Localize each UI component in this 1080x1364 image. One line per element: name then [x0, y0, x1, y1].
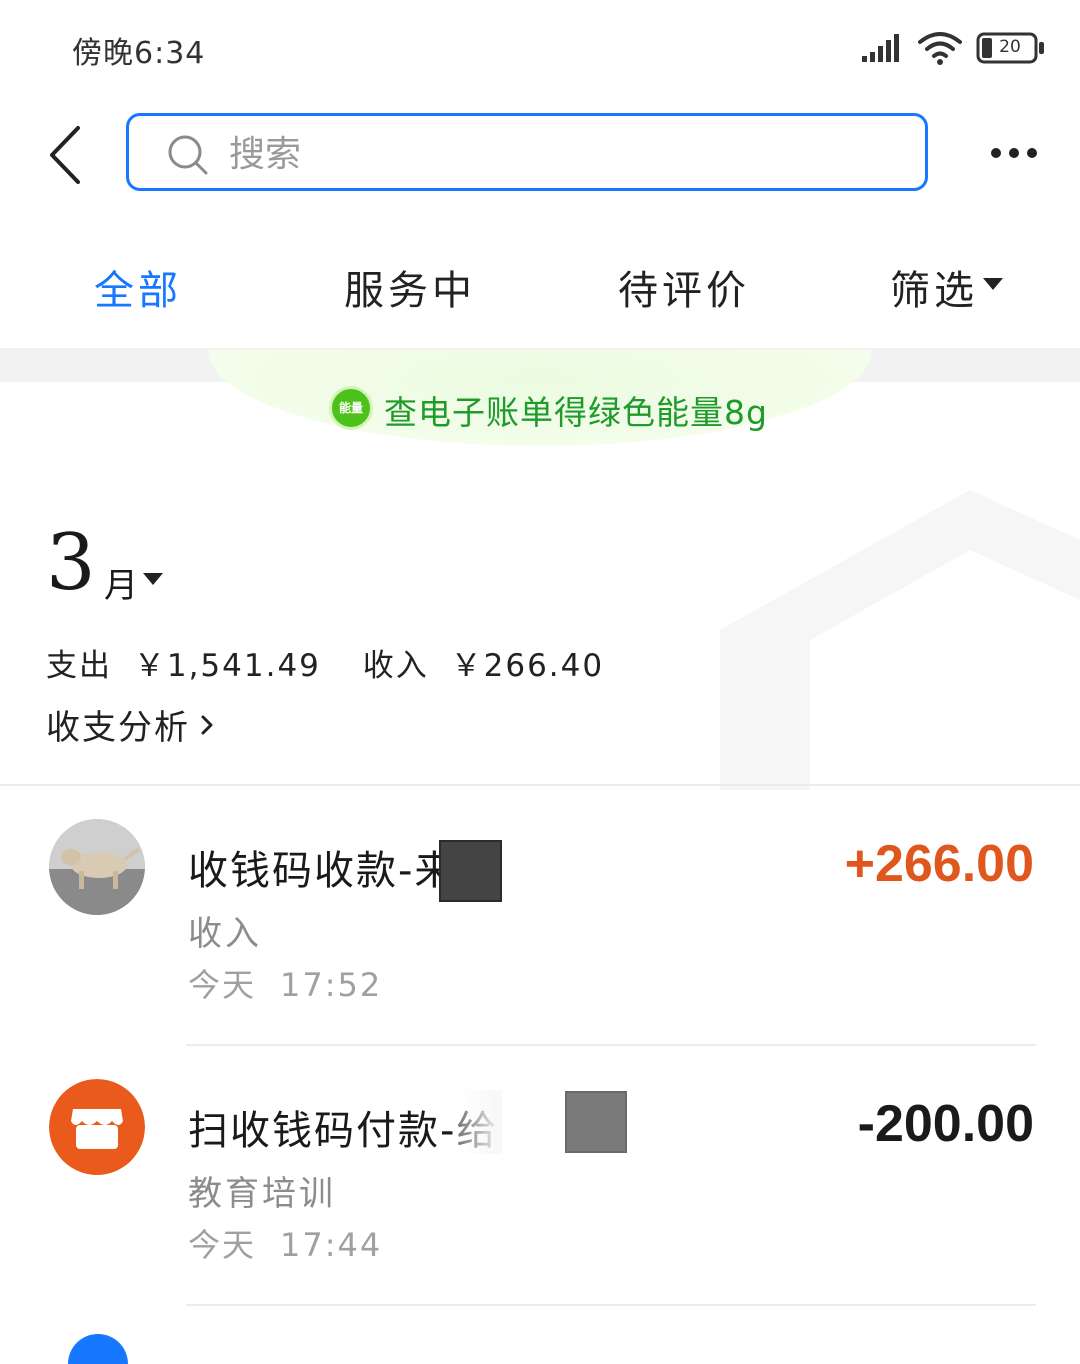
transaction-day: 今天 [188, 1226, 257, 1264]
month-number[interactable]: 3 [46, 518, 96, 608]
battery-level-text: 20 [999, 37, 1021, 57]
transaction-amount: -200.00 [857, 1095, 1034, 1153]
row-divider [186, 1304, 1036, 1306]
transaction-title: 收钱码收款-来 [188, 848, 457, 894]
more-button[interactable] [986, 138, 1042, 168]
expense-value: ￥1,541.49 [133, 648, 321, 684]
expense-label: 支出 [46, 648, 112, 684]
month-summary: 支出 ￥1,541.49 收入 ￥266.40 [46, 640, 614, 685]
transaction-clock: 17:44 [280, 1226, 383, 1264]
income-value: ￥266.40 [450, 648, 605, 684]
energy-badge-icon: 能量 [329, 386, 373, 430]
next-avatar-peek [68, 1334, 128, 1364]
dog-photo-avatar [49, 819, 145, 915]
energy-banner-text[interactable]: 查电子账单得绿色能量8g [384, 386, 768, 434]
search-icon [168, 135, 208, 175]
caret-down-icon[interactable] [142, 572, 164, 586]
income-expense-analysis-link[interactable]: 收支分析 [46, 700, 190, 749]
store-icon [49, 1079, 145, 1175]
status-time: 傍晚6:34 [72, 36, 206, 71]
redaction-block [439, 840, 502, 902]
transaction-category: 教育培训 [188, 1174, 336, 1214]
chevron-right-icon[interactable] [200, 714, 214, 736]
tab-pending-review[interactable]: 待评价 [618, 258, 750, 316]
income-label: 收入 [362, 648, 429, 684]
tab-in-service[interactable]: 服务中 [344, 258, 476, 316]
transaction-time: 今天 17:52 [188, 960, 382, 1006]
search-input[interactable] [227, 126, 891, 182]
signal-icon [862, 34, 899, 62]
transaction-row[interactable]: 收钱码收款-来 收入 今天 17:52 +266.00 [0, 786, 1080, 1046]
transaction-time: 今天 17:44 [188, 1220, 382, 1266]
search-box[interactable] [126, 113, 928, 191]
back-button[interactable] [40, 120, 96, 190]
more-horizontal-icon [991, 148, 1037, 158]
transaction-amount: +266.00 [844, 835, 1034, 893]
redaction-block [458, 1090, 502, 1154]
transaction-category: 收入 [188, 914, 262, 954]
wifi-icon [918, 32, 962, 65]
month-unit[interactable]: 月 [104, 558, 138, 607]
transaction-day: 今天 [188, 966, 257, 1004]
transaction-clock: 17:52 [280, 966, 383, 1004]
transaction-row[interactable]: 扫收钱码付款-给 教育培训 今天 17:44 -200.00 [0, 1046, 1080, 1306]
tab-filter[interactable]: 筛选 [890, 258, 978, 316]
caret-down-icon[interactable] [982, 277, 1004, 291]
chevron-left-icon [50, 126, 80, 184]
decorative-watermark-icon [720, 490, 1080, 790]
redaction-block [565, 1091, 627, 1153]
tab-all[interactable]: 全部 [94, 258, 182, 316]
transaction-title: 扫收钱码付款-给 [188, 1108, 499, 1154]
